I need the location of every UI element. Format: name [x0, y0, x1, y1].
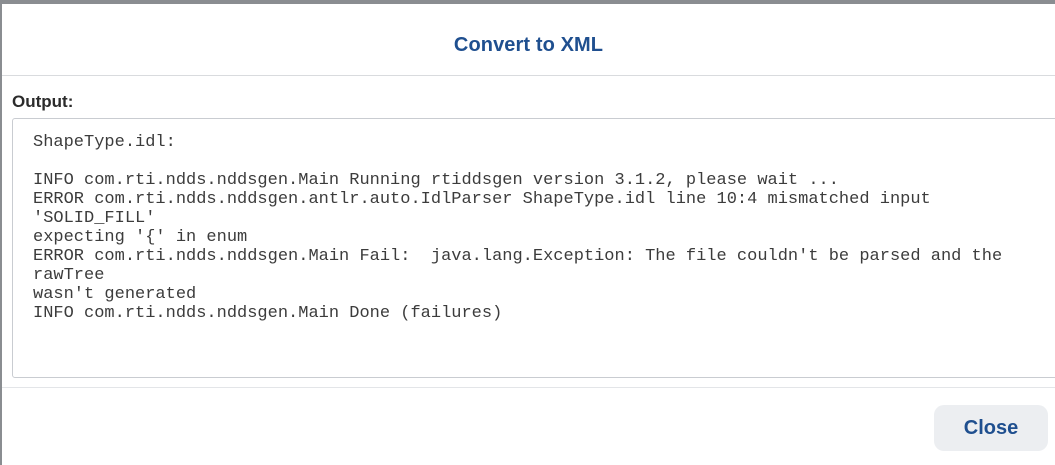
- output-line: INFO com.rti.ndds.nddsgen.Main Done (fai…: [33, 304, 503, 323]
- dialog-header: Convert to XML: [2, 4, 1055, 76]
- footer-divider: [2, 387, 1055, 388]
- output-line: INFO com.rti.ndds.nddsgen.Main Running r…: [33, 171, 839, 190]
- output-line: ERROR com.rti.ndds.nddsgen.antlr.auto.Id…: [33, 190, 941, 228]
- dialog-title: Convert to XML: [453, 34, 604, 56]
- output-line: ERROR com.rti.ndds.nddsgen.Main Fail: ja…: [33, 247, 1013, 285]
- convert-to-xml-dialog: Convert to XML Output: ShapeType.idl: IN…: [0, 0, 1055, 465]
- output-textarea[interactable]: ShapeType.idl: INFO com.rti.ndds.nddsgen…: [12, 118, 1055, 378]
- output-label: Output:: [12, 92, 74, 111]
- close-button[interactable]: Close: [934, 405, 1048, 451]
- output-line: expecting '{' in enum: [33, 228, 248, 247]
- output-line: ShapeType.idl:: [33, 133, 176, 152]
- output-text: ShapeType.idl: INFO com.rti.ndds.nddsgen…: [33, 133, 1037, 323]
- output-line: wasn't generated: [33, 285, 197, 304]
